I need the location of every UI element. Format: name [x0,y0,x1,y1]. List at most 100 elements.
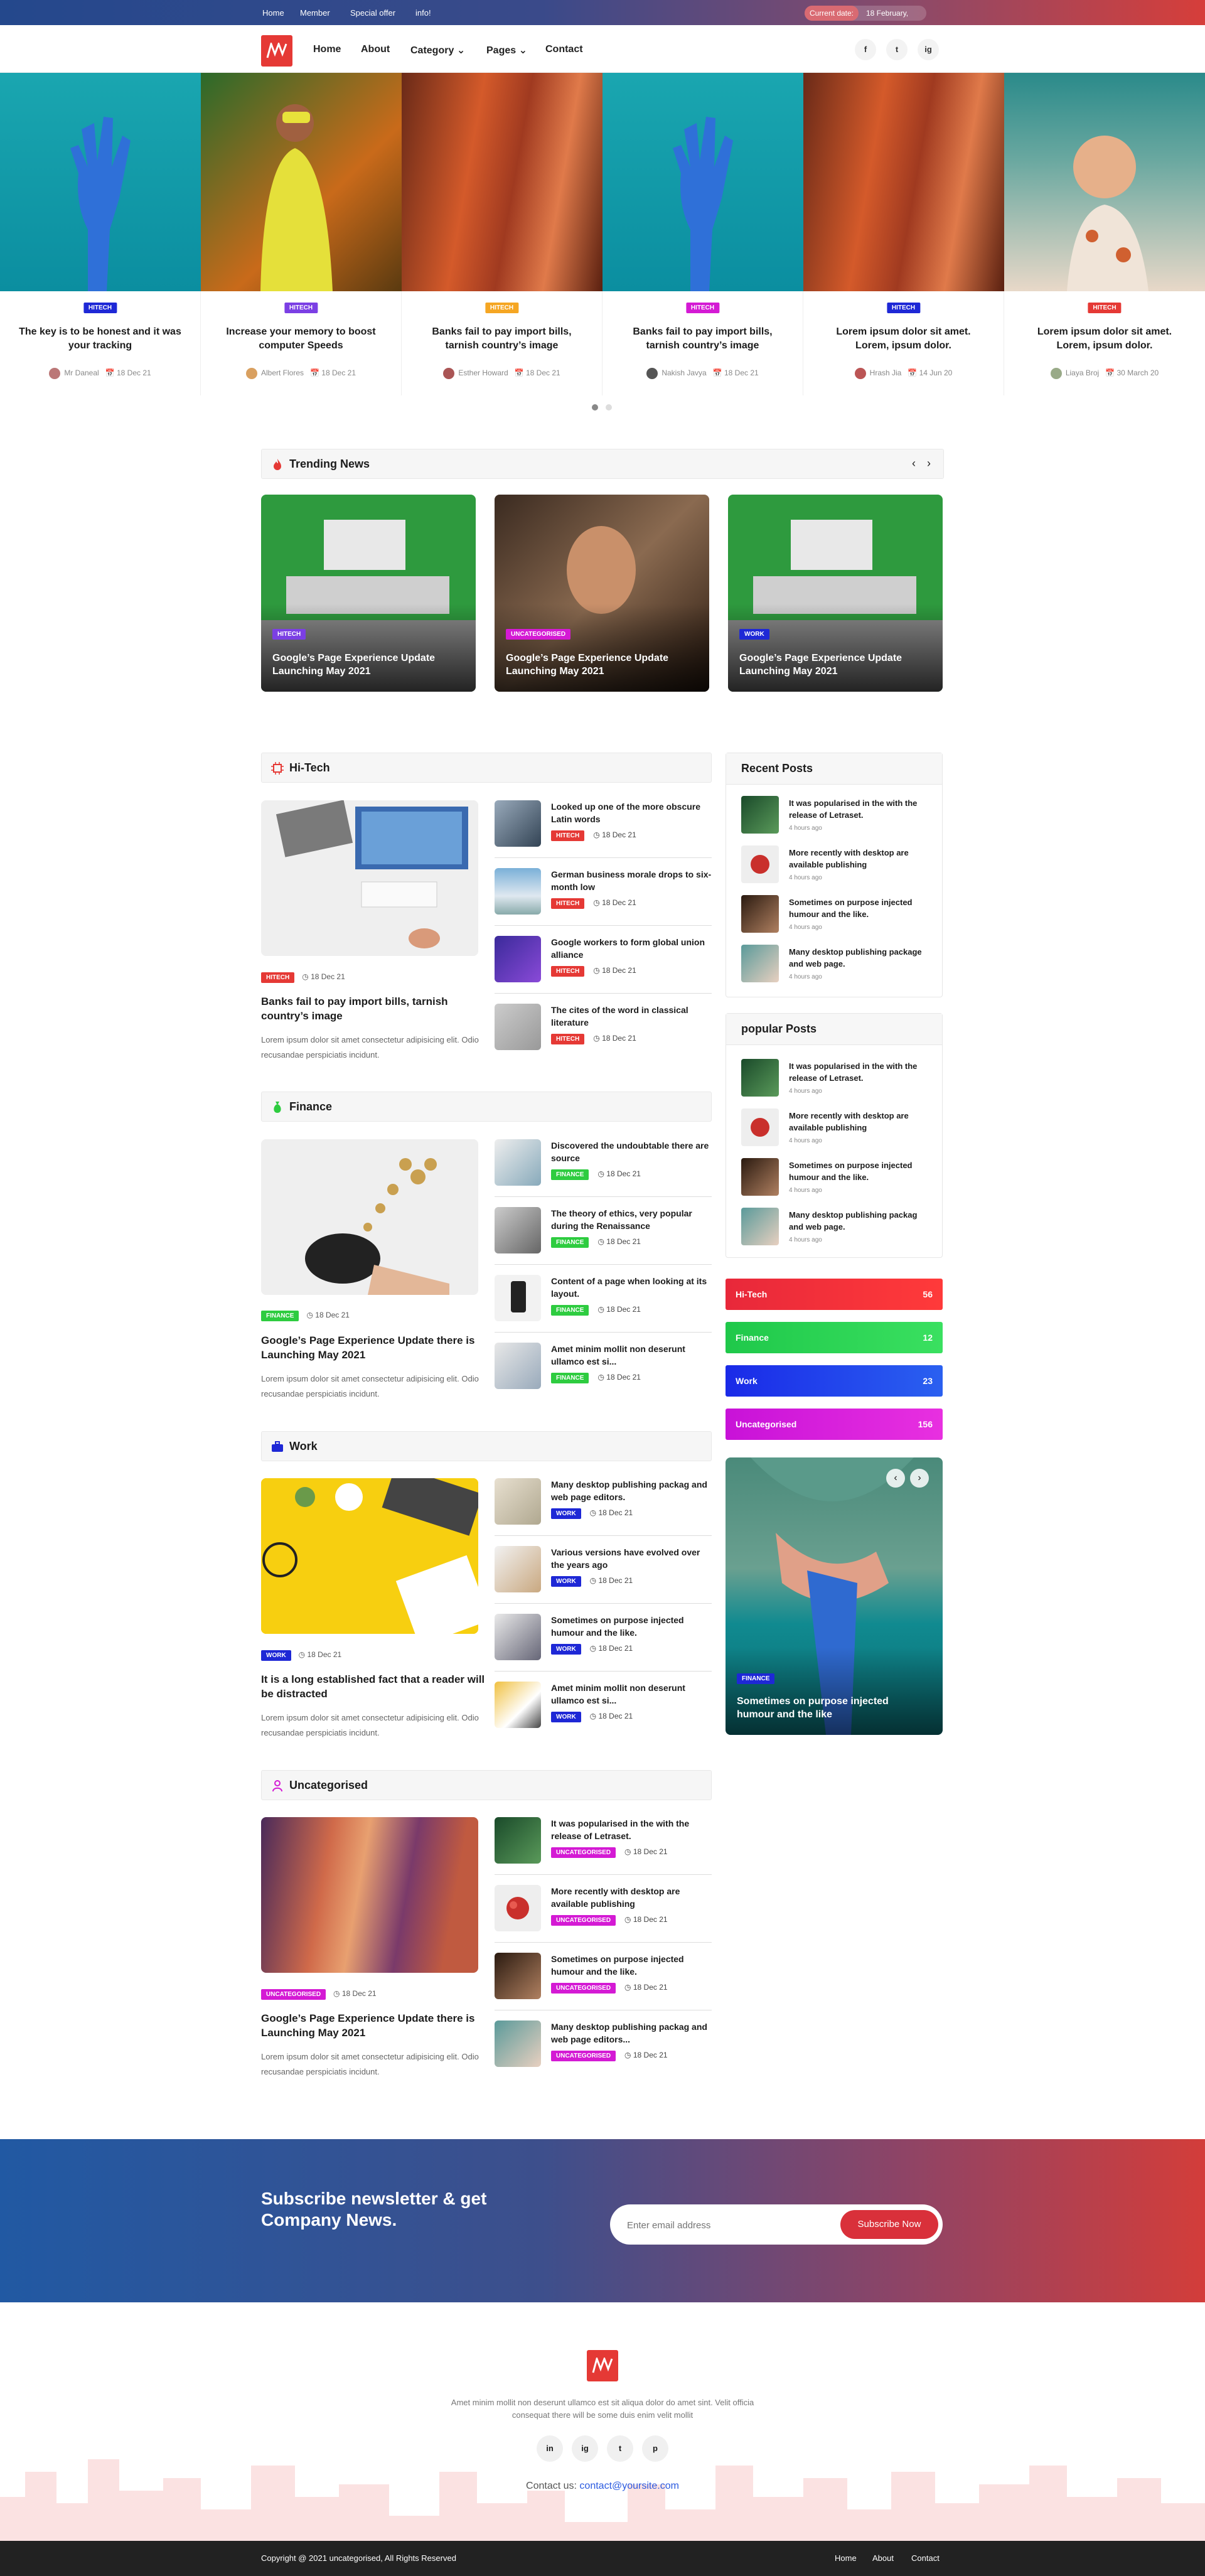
post-title[interactable]: It was popularised in the with the relea… [789,797,929,821]
sidebar-slider[interactable]: ‹ › FINANCE Sometimes on purpose injecte… [726,1457,943,1735]
hitech-feature-image[interactable] [261,800,478,956]
site-logo[interactable] [261,35,292,67]
list-item[interactable]: Various versions have evolved over the y… [495,1546,712,1614]
list-item[interactable]: Amet minim mollit non deserunt ullamco e… [495,1343,712,1410]
twitter-icon[interactable]: t [886,39,908,60]
chevron-left-icon[interactable]: ‹ [886,1469,905,1488]
email-input[interactable] [627,2214,815,2236]
list-item[interactable]: The cites of the word in classical liter… [495,1004,712,1071]
slide-title[interactable]: Increase your memory to boost computer S… [220,325,382,353]
list-title[interactable]: Sometimes on purpose injected humour and… [551,1614,712,1639]
list-title[interactable]: The theory of ethics, very popular durin… [551,1207,712,1232]
footer-link-about[interactable]: About [872,2553,894,2563]
category-work[interactable]: Work 23 [726,1365,943,1397]
post-title[interactable]: More recently with desktop are available… [789,847,929,871]
popular-post[interactable]: Sometimes on purpose injected humour and… [741,1158,929,1202]
list-title[interactable]: Sometimes on purpose injected humour and… [551,1953,712,1978]
slide-card[interactable]: HITECH Lorem ipsum dolor sit amet. Lorem… [1004,73,1205,395]
slide-title[interactable]: Banks fail to pay import bills, tarnish … [621,325,784,353]
list-title[interactable]: Content of a page when looking at its la… [551,1275,712,1300]
topbar-link-home[interactable]: Home [262,8,284,18]
list-title[interactable]: German business morale drops to six-mont… [551,868,712,893]
post-title[interactable]: More recently with desktop are available… [789,1110,929,1134]
post-title[interactable]: It was popularised in the with the relea… [789,1060,929,1084]
list-item[interactable]: Looked up one of the more obscure Latin … [495,800,712,868]
nav-category[interactable]: Category ⌄ [410,44,465,56]
slide-title[interactable]: Lorem ipsum dolor sit amet. Lorem, ipsum… [1023,325,1186,353]
list-title[interactable]: The cites of the word in classical liter… [551,1004,712,1029]
work-feature-image[interactable] [261,1478,478,1634]
post-title[interactable]: Many desktop publishing packag and web p… [789,1209,929,1233]
slide-title[interactable]: Banks fail to pay import bills, tarnish … [420,325,583,353]
list-title[interactable]: Many desktop publishing packag and web p… [551,1478,712,1503]
list-item[interactable]: German business morale drops to six-mont… [495,868,712,936]
post-title[interactable]: Many desktop publishing package and web … [789,946,929,970]
list-item[interactable]: Sometimes on purpose injected humour and… [495,1614,712,1682]
list-title[interactable]: Various versions have evolved over the y… [551,1546,712,1571]
feature-title[interactable]: Banks fail to pay import bills, tarnish … [261,994,487,1023]
nav-home[interactable]: Home [313,44,341,55]
popular-post[interactable]: Many desktop publishing packag and web p… [741,1208,929,1252]
recent-post[interactable]: Many desktop publishing package and web … [741,945,929,989]
list-title[interactable]: Amet minim mollit non deserunt ullamco e… [551,1343,712,1368]
list-title[interactable]: Google workers to form global union alli… [551,936,712,961]
list-item[interactable]: More recently with desktop are available… [495,1885,712,1953]
footer-logo[interactable] [587,2350,618,2381]
list-item[interactable]: Content of a page when looking at its la… [495,1275,712,1343]
topbar-link-member[interactable]: Member [300,8,330,18]
slide-card[interactable]: HITECH Banks fail to pay import bills, t… [402,73,602,395]
post-title[interactable]: Sometimes on purpose injected humour and… [789,1159,929,1183]
contact-email[interactable]: contact@yoursite.com [579,2481,679,2491]
list-title[interactable]: Discovered the undoubtable there are sou… [551,1139,712,1164]
list-item[interactable]: Google workers to form global union alli… [495,936,712,1004]
list-item[interactable]: Discovered the undoubtable there are sou… [495,1139,712,1207]
slider-dot[interactable] [606,404,612,411]
list-item[interactable]: Amet minim mollit non deserunt ullamco e… [495,1682,712,1749]
list-title[interactable]: Looked up one of the more obscure Latin … [551,800,712,825]
list-item[interactable]: The theory of ethics, very popular durin… [495,1207,712,1275]
nav-about[interactable]: About [361,44,390,55]
subscribe-button[interactable]: Subscribe Now [840,2210,938,2239]
nav-contact[interactable]: Contact [545,44,583,55]
list-item[interactable]: Many desktop publishing packag and web p… [495,1478,712,1546]
list-title[interactable]: Amet minim mollit non deserunt ullamco e… [551,1682,712,1707]
recent-post[interactable]: Sometimes on purpose injected humour and… [741,895,929,939]
popular-post[interactable]: More recently with desktop are available… [741,1108,929,1152]
topbar-link-info[interactable]: info! [415,8,431,18]
pinterest-icon[interactable]: p [642,2435,668,2462]
slide-card[interactable]: HITECH The key is to be honest and it wa… [0,73,201,395]
slide-card[interactable]: HITECH Lorem ipsum dolor sit amet. Lorem… [803,73,1004,395]
chevron-right-icon[interactable]: › [927,457,931,470]
list-title[interactable]: It was popularised in the with the relea… [551,1817,712,1842]
finance-feature-image[interactable] [261,1139,478,1295]
list-item[interactable]: Many desktop publishing packag and web p… [495,2021,712,2088]
footer-link-contact[interactable]: Contact [911,2553,940,2563]
twitter-icon[interactable]: t [607,2435,633,2462]
trending-card[interactable]: HITECH Google’s Page Experience Update L… [261,495,476,692]
trending-card-title[interactable]: Google’s Page Experience Update Launchin… [506,652,690,678]
popular-post[interactable]: It was popularised in the with the relea… [741,1059,929,1103]
post-title[interactable]: Sometimes on purpose injected humour and… [789,896,929,920]
category-hitech[interactable]: Hi-Tech 56 [726,1279,943,1310]
topbar-link-special-offer[interactable]: Special offer [350,8,395,18]
recent-post[interactable]: It was popularised in the with the relea… [741,796,929,840]
recent-post[interactable]: More recently with desktop are available… [741,845,929,889]
linkedin-icon[interactable]: in [537,2435,563,2462]
feature-title[interactable]: Google’s Page Experience Update there is… [261,2011,487,2040]
list-item[interactable]: Sometimes on purpose injected humour and… [495,1953,712,2021]
list-title[interactable]: Many desktop publishing packag and web p… [551,2021,712,2046]
category-finance[interactable]: Finance 12 [726,1322,943,1353]
feature-title[interactable]: It is a long established fact that a rea… [261,1672,487,1701]
feature-title[interactable]: Google’s Page Experience Update there is… [261,1333,487,1362]
uncategorised-feature-image[interactable] [261,1817,478,1973]
footer-link-home[interactable]: Home [835,2553,857,2563]
instagram-icon[interactable]: ig [918,39,939,60]
trending-card-title[interactable]: Google’s Page Experience Update Launchin… [272,652,457,678]
facebook-icon[interactable]: f [855,39,876,60]
category-uncategorised[interactable]: Uncategorised 156 [726,1409,943,1440]
slide-card[interactable]: HITECH Increase your memory to boost com… [201,73,402,395]
list-item[interactable]: It was popularised in the with the relea… [495,1817,712,1885]
nav-pages[interactable]: Pages ⌄ [486,44,527,56]
slide-title[interactable]: Lorem ipsum dolor sit amet. Lorem, ipsum… [822,325,985,353]
trending-card[interactable]: UNCATEGORISED Google’s Page Experience U… [495,495,709,692]
